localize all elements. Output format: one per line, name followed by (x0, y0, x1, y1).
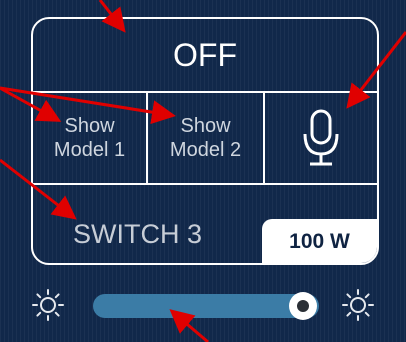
button-row: Show Model 1 Show Model 2 (33, 93, 377, 185)
power-status-label: OFF (173, 36, 237, 73)
power-status-button[interactable]: OFF (33, 19, 377, 93)
show-model-2-button[interactable]: Show Model 2 (148, 93, 265, 183)
wattage-badge: 100 W (262, 219, 377, 263)
slider-thumb-center (297, 300, 310, 312)
switch-row: SWITCH 3 100 W (33, 185, 377, 263)
show-model-2-line2: Model 2 (169, 139, 242, 161)
brightness-slider[interactable] (93, 292, 319, 320)
wattage-value: 100 W (289, 230, 350, 253)
sun-icon-high (342, 289, 374, 321)
show-model-2-line1: Show (180, 115, 231, 137)
sun-icon-low (32, 289, 64, 321)
switch-name-label: SWITCH 3 (73, 219, 203, 249)
microphone-icon (303, 109, 339, 166)
show-model-1-button[interactable]: Show Model 1 (33, 93, 148, 183)
brightness-slider-thumb[interactable] (289, 292, 318, 320)
microphone-button[interactable] (265, 93, 377, 183)
device-control-panel: OFF Show Model 1 Show Model 2 SWITCH 3 1… (31, 17, 379, 265)
show-model-1-line1: Show (64, 115, 115, 137)
show-model-1-line2: Model 1 (53, 139, 126, 161)
